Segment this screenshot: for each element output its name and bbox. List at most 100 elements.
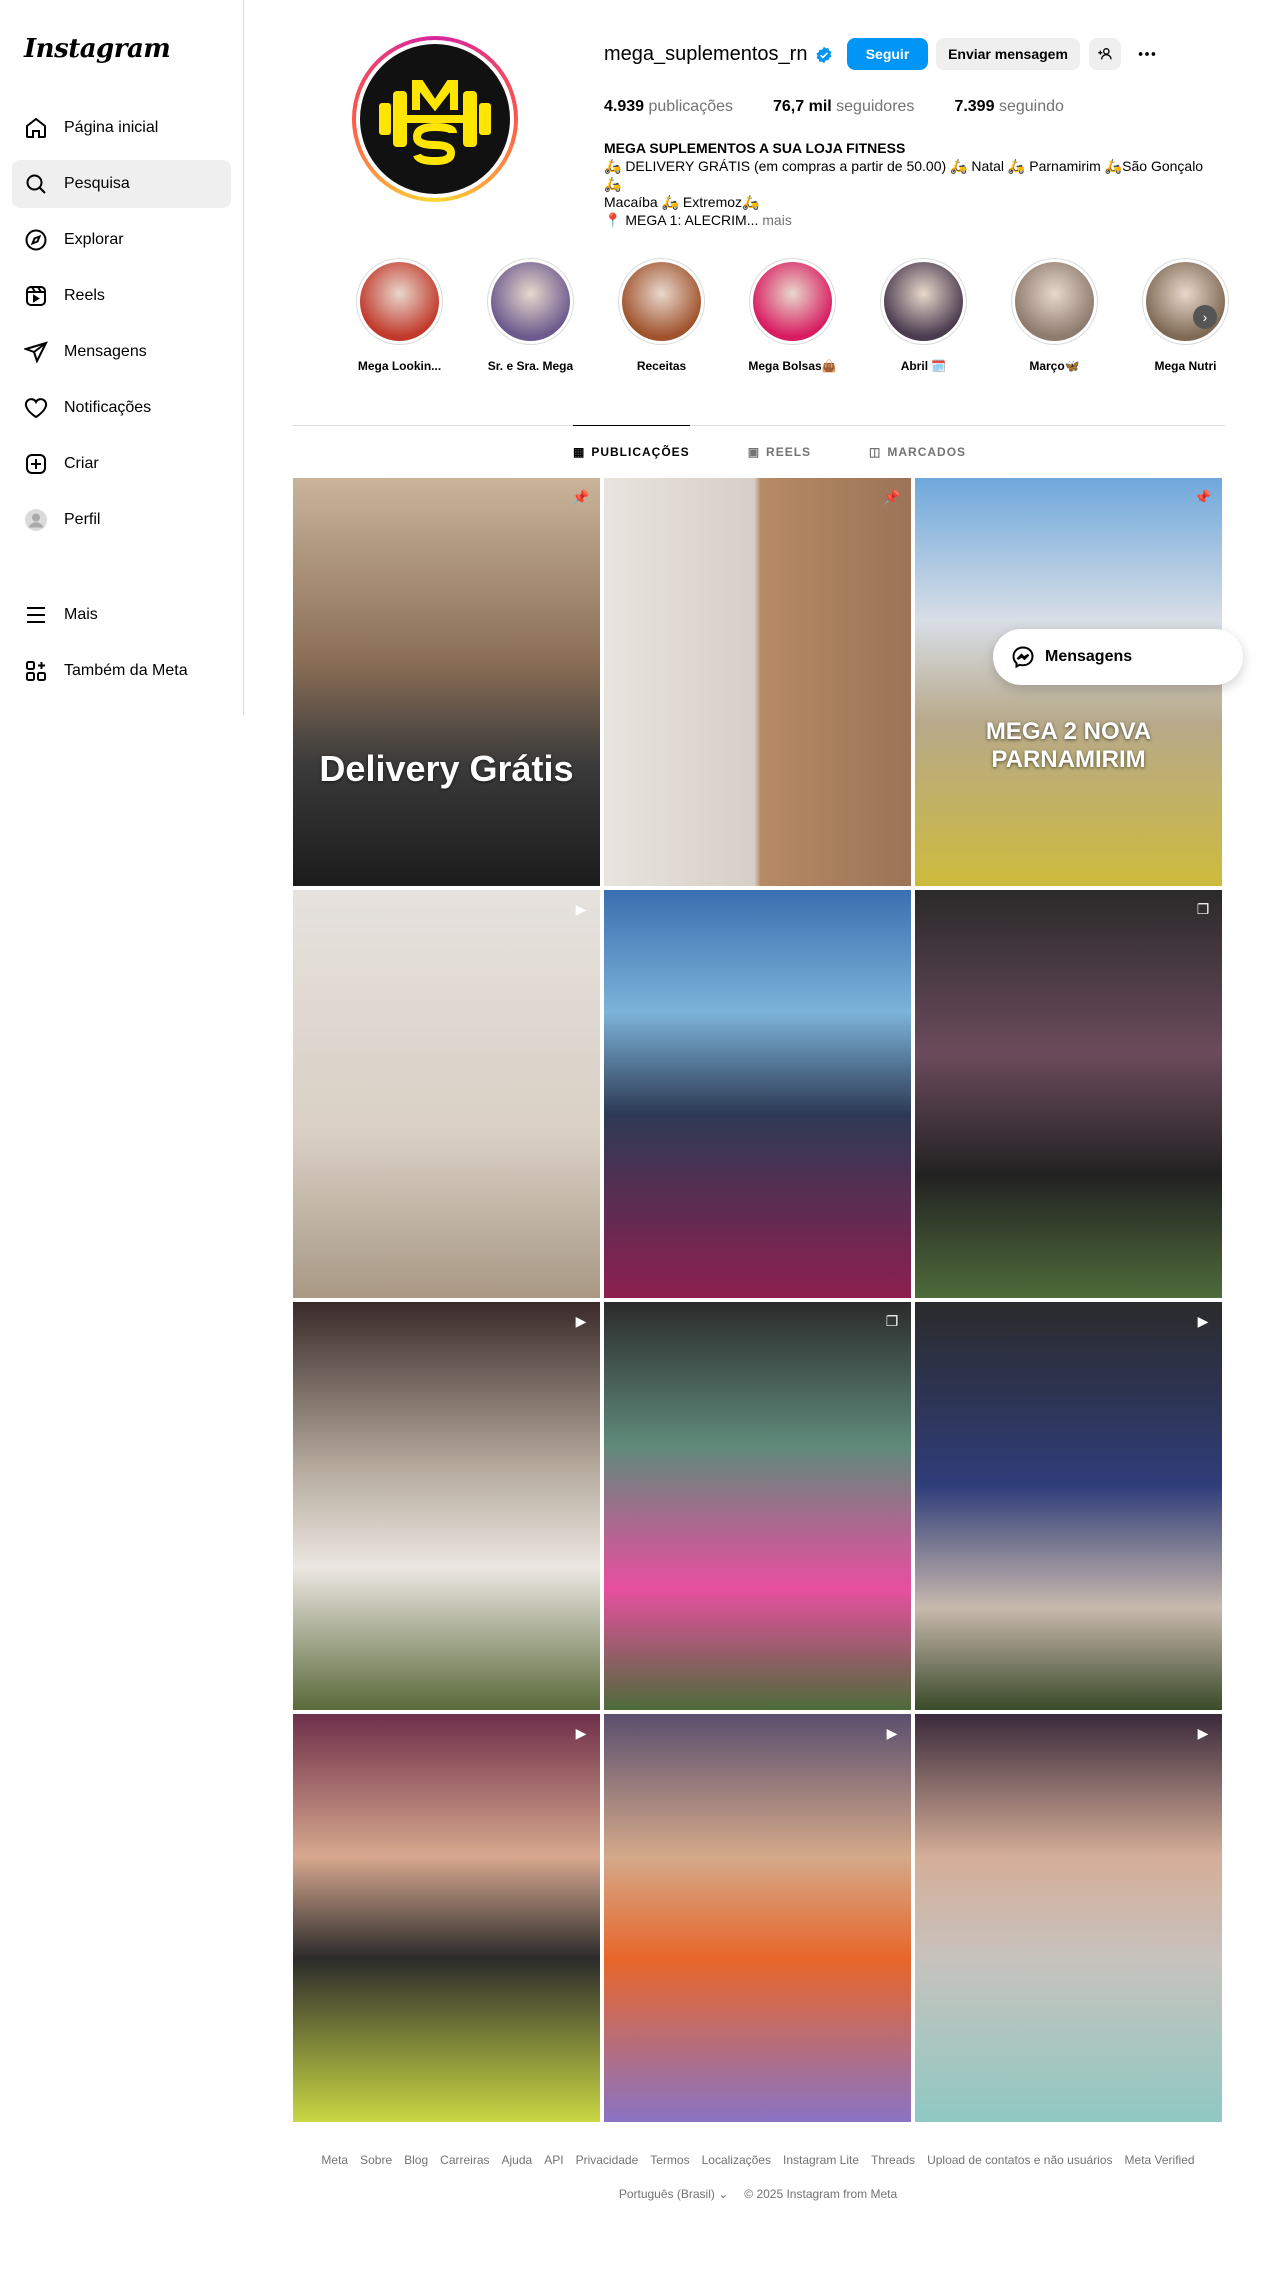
- tab-posts[interactable]: ▦ PUBLICAÇÕES: [573, 425, 690, 477]
- sidebar-item-label: Reels: [64, 287, 105, 304]
- sidebar-bottom: Mais Também da Meta: [12, 591, 231, 703]
- footer-link[interactable]: API: [544, 2153, 563, 2167]
- sidebar-item-search[interactable]: Pesquisa: [12, 160, 231, 208]
- footer-link[interactable]: Meta Verified: [1125, 2153, 1195, 2167]
- followers-count[interactable]: 76,7 mil seguidores: [773, 98, 914, 116]
- footer-link[interactable]: Blog: [404, 2153, 428, 2167]
- highlight-image: [622, 262, 701, 341]
- highlight-item[interactable]: Abril 🗓️: [858, 258, 989, 373]
- footer-link[interactable]: Sobre: [360, 2153, 392, 2167]
- highlight-label: Março🦋: [1029, 359, 1080, 373]
- post-thumbnail[interactable]: ❐: [604, 1302, 911, 1710]
- messenger-icon: [1012, 646, 1034, 669]
- highlight-item[interactable]: Março🦋: [989, 258, 1120, 373]
- post-thumbnail[interactable]: ▶: [915, 1302, 1222, 1710]
- sidebar-item-create[interactable]: Criar: [12, 440, 231, 488]
- suggested-users-button[interactable]: [1089, 38, 1121, 70]
- sidebar-item-label: Notificações: [64, 399, 152, 416]
- tab-reels[interactable]: ▣ REELS: [748, 426, 811, 478]
- sidebar-item-messages[interactable]: Mensagens: [12, 328, 231, 376]
- follow-button[interactable]: Seguir: [847, 38, 928, 70]
- footer-link[interactable]: Upload de contatos e não usuários: [927, 2153, 1112, 2167]
- sidebar-item-meta[interactable]: Também da Meta: [12, 647, 231, 695]
- profile-tabs: ▦ PUBLICAÇÕES ▣ REELS ◫ MARCADOS: [573, 425, 966, 478]
- sidebar-item-label: Também da Meta: [64, 662, 188, 679]
- highlights-next-button[interactable]: ›: [1193, 305, 1217, 329]
- language-selector[interactable]: Português (Brasil) ⌄: [619, 2187, 728, 2201]
- brand-logo-image: [360, 44, 510, 194]
- footer-link[interactable]: Instagram Lite: [783, 2153, 859, 2167]
- highlight-item[interactable]: Mega Bolsas👜: [727, 258, 858, 373]
- post-caption-overlay: MEGA 2 NOVA PARNAMIRIM: [985, 718, 1152, 773]
- bio-line: 🛵 DELIVERY GRÁTIS (em compras a partir d…: [604, 158, 1204, 192]
- profile-avatar[interactable]: [352, 36, 518, 202]
- highlight-image: [884, 262, 963, 341]
- grid-icon: ▦: [573, 444, 586, 459]
- floating-messages-label: Mensagens: [1045, 648, 1133, 665]
- highlight-item[interactable]: Sr. e Sra. Mega: [465, 258, 596, 373]
- sidebar-item-explore[interactable]: Explorar: [12, 216, 231, 264]
- add-person-icon: [1098, 48, 1112, 60]
- highlight-item[interactable]: Mega Lookin...: [334, 258, 465, 373]
- profile-bio: MEGA SUPLEMENTOS A SUA LOJA FITNESS 🛵 DE…: [604, 139, 1224, 229]
- posts-count: 4.939 publicações: [604, 98, 733, 115]
- tab-tagged[interactable]: ◫ MARCADOS: [869, 426, 966, 478]
- post-thumbnail[interactable]: ▶: [293, 1302, 600, 1710]
- sidebar-item-reels[interactable]: Reels: [12, 272, 231, 320]
- highlight-label: Mega Lookin...: [357, 359, 442, 373]
- post-thumbnail[interactable]: ▶: [915, 1714, 1222, 2122]
- footer-link[interactable]: Privacidade: [576, 2153, 639, 2167]
- post-caption-overlay: Delivery Grátis: [319, 748, 574, 789]
- post-thumbnail[interactable]: [604, 890, 911, 1298]
- highlight-item[interactable]: Receitas: [596, 258, 727, 373]
- footer-link[interactable]: Meta: [321, 2153, 348, 2167]
- footer-link[interactable]: Termos: [650, 2153, 689, 2167]
- highlight-label: Receitas: [636, 359, 687, 373]
- post-thumbnail[interactable]: 📌 Delivery Grátis: [293, 478, 600, 886]
- post-thumbnail[interactable]: ▶: [293, 1714, 600, 2122]
- send-message-button[interactable]: Enviar mensagem: [936, 38, 1080, 70]
- more-options-button[interactable]: [1131, 38, 1163, 70]
- highlight-cover: [749, 258, 836, 345]
- highlight-image: [1146, 262, 1225, 341]
- instagram-logo[interactable]: Instagram: [24, 34, 171, 64]
- bio-line: Macaíba 🛵 Extremoz🛵: [604, 194, 760, 210]
- highlight-label: Mega Bolsas👜: [748, 359, 837, 373]
- profile-username: mega_suplementos_rn: [604, 43, 833, 66]
- compass-icon: [24, 228, 48, 252]
- highlight-image: [753, 262, 832, 341]
- post-thumbnail[interactable]: ▶: [604, 1714, 911, 2122]
- menu-icon: [24, 603, 48, 627]
- bio-line: 📍 MEGA 1: ALECRIM... mais: [604, 212, 792, 228]
- search-icon: [24, 172, 48, 196]
- sidebar: Instagram Página inicial Pesquisa Explor…: [0, 0, 244, 715]
- plus-icon: [24, 452, 48, 476]
- verified-badge-icon: [817, 46, 832, 63]
- floating-messages-button[interactable]: Mensagens: [993, 629, 1243, 685]
- reel-icon: ▶: [575, 900, 587, 917]
- highlight-label: Abril 🗓️: [900, 359, 947, 373]
- sidebar-item-profile[interactable]: Perfil: [12, 496, 231, 544]
- highlight-item[interactable]: Mega Nutri: [1120, 258, 1251, 373]
- reels-icon: [24, 284, 48, 308]
- following-count[interactable]: 7.399 seguindo: [954, 98, 1063, 116]
- footer-link[interactable]: Localizações: [702, 2153, 771, 2167]
- highlight-cover: [487, 258, 574, 345]
- footer-link[interactable]: Ajuda: [502, 2153, 533, 2167]
- pin-icon: 📌: [1194, 488, 1212, 505]
- footer-link[interactable]: Carreiras: [440, 2153, 489, 2167]
- reel-icon: ▶: [1197, 1724, 1209, 1741]
- sidebar-item-more[interactable]: Mais: [12, 591, 231, 639]
- bio-more-link[interactable]: mais: [762, 212, 792, 228]
- footer-link[interactable]: Threads: [871, 2153, 915, 2167]
- highlight-label: Sr. e Sra. Mega: [487, 359, 574, 373]
- post-thumbnail[interactable]: ❐: [915, 890, 1222, 1298]
- sidebar-item-home[interactable]: Página inicial: [12, 104, 231, 152]
- tagged-icon: ◫: [869, 445, 882, 459]
- sidebar-item-notifications[interactable]: Notificações: [12, 384, 231, 432]
- highlight-cover: [1142, 258, 1229, 345]
- post-thumbnail[interactable]: ▶: [293, 890, 600, 1298]
- post-thumbnail[interactable]: 📌: [604, 478, 911, 886]
- home-icon: [24, 116, 48, 140]
- highlight-image: [1015, 262, 1094, 341]
